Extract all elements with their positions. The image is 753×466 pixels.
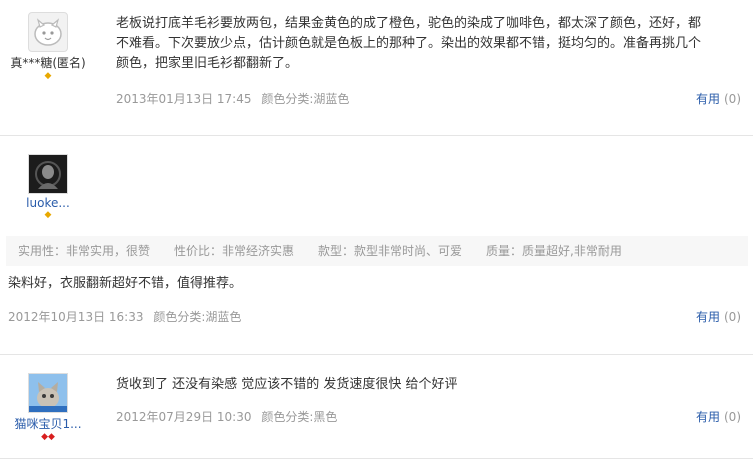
level-badge-icon: ◆◆ (41, 432, 55, 442)
reviewer-info: luoke... ◆ (8, 154, 88, 220)
useful-count: (0) (724, 310, 741, 324)
level-badge-icon: ◆ (44, 71, 52, 81)
reviewer-info: 真***糖(匿名) ◆ (8, 12, 88, 81)
useful-button[interactable]: 有用 (0) (696, 308, 741, 325)
useful-label[interactable]: 有用 (696, 92, 720, 106)
useful-count: (0) (724, 410, 741, 424)
rating-tag: 性价比：非常经济实惠 (174, 244, 295, 258)
review-content: 染料好，衣服翻新超好不错，值得推荐。 (8, 276, 243, 291)
review-content-line: 老板说打底羊毛衫要放两包，结果金黄色的成了橙色，驼色的染成了咖啡色，都太深了颜色… (116, 16, 702, 31)
avatar[interactable] (28, 373, 68, 413)
avatar[interactable] (28, 154, 68, 194)
review-meta: 2012年10月13日 16:33 颜色分类:湖蓝色 (8, 308, 247, 325)
review-content: 老板说打底羊毛衫要放两包，结果金黄色的成了橙色，驼色的染成了咖啡色，都太深了颜色… (116, 14, 748, 74)
avatar[interactable] (28, 12, 68, 52)
color-category: 颜色分类:湖蓝色 (153, 310, 242, 324)
reviewer-name[interactable]: luoke... (8, 196, 88, 210)
review-content-line: 颜色，把家里旧毛衫都翻新了。 (116, 56, 299, 71)
useful-label[interactable]: 有用 (696, 410, 720, 424)
rating-tag: 款型：款型非常时尚、可爱 (318, 244, 463, 258)
review-meta: 2012年07月29日 10:30 颜色分类:黑色 (116, 408, 343, 425)
color-category: 颜色分类:黑色 (261, 410, 338, 424)
useful-button[interactable]: 有用 (0) (696, 90, 741, 107)
reviewer-info: 猫咪宝贝1... ◆◆ (8, 373, 88, 442)
level-badge-icon: ◆ (44, 210, 52, 220)
review-item: 真***糖(匿名) ◆ 老板说打底羊毛衫要放两包，结果金黄色的成了橙色，驼色的染… (0, 0, 753, 135)
review-date: 2013年01月13日 17:45 (116, 92, 252, 106)
useful-label[interactable]: 有用 (696, 310, 720, 324)
review-date: 2012年07月29日 10:30 (116, 410, 252, 424)
review-meta: 2013年01月13日 17:45 颜色分类:湖蓝色 (116, 90, 355, 107)
dark-portrait-icon (29, 155, 67, 193)
rating-tag: 质量：质量超好,非常耐用 (486, 244, 622, 258)
default-face-icon (34, 18, 62, 46)
divider (0, 458, 753, 459)
review-item: luoke... ◆ 实用性：非常实用，很赞 性价比：非常经济实惠 款型：款型非常时… (0, 136, 753, 354)
review-content: 货收到了 还没有染感 觉应该不错的 发货速度很快 给个好评 (116, 377, 458, 392)
reviewer-name[interactable]: 真***糖(匿名) (8, 54, 88, 71)
useful-button[interactable]: 有用 (0) (696, 408, 741, 425)
review-date: 2012年10月13日 16:33 (8, 310, 144, 324)
cat-photo-icon (29, 374, 67, 412)
rating-tags: 实用性：非常实用，很赞 性价比：非常经济实惠 款型：款型非常时尚、可爱 质量：质量超好… (6, 236, 748, 266)
review-item: 猫咪宝贝1... ◆◆ 货收到了 还没有染感 觉应该不错的 发货速度很快 给个好… (0, 355, 753, 466)
review-content-line: 不难看。下次要放少点，估计颜色就是色板上的那种了。染出的效果都不错，挺均匀的。准… (116, 36, 702, 51)
color-category: 颜色分类:湖蓝色 (261, 92, 350, 106)
useful-count: (0) (724, 92, 741, 106)
rating-tag: 实用性：非常实用，很赞 (18, 244, 151, 258)
reviewer-name[interactable]: 猫咪宝贝1... (8, 415, 88, 432)
